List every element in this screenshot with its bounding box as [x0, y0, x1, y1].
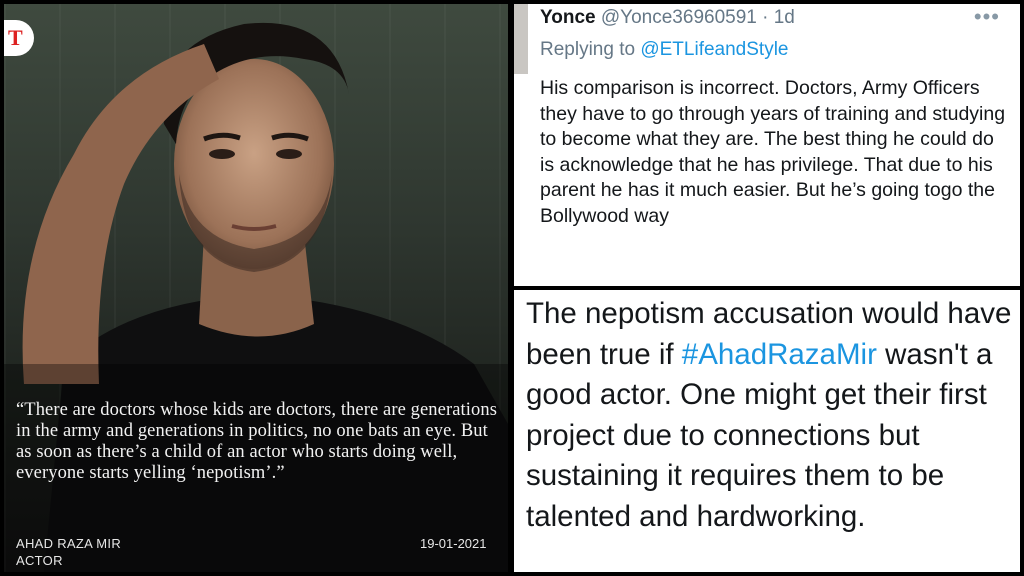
replying-to-line: Replying to @ETLifeandStyle [540, 39, 788, 61]
main-tweet-text: The nepotism accusation would have been … [526, 294, 1014, 537]
reply-tweet-card[interactable]: Yonce @Yonce36960591 · 1d ••• Replying t… [514, 4, 1020, 286]
photo-quote-panel: T “There are doctors whose kids are doct… [4, 4, 508, 572]
hashtag-link[interactable]: #AhadRazaMir [682, 338, 877, 371]
avatar[interactable] [514, 4, 528, 74]
quote-date: 19-01-2021 [420, 536, 487, 551]
actor-portrait-image [4, 22, 508, 572]
reply-tweet-text: His comparison is incorrect. Doctors, Ar… [540, 77, 1006, 227]
tweet-display-name[interactable]: Yonce [540, 7, 596, 28]
actor-quote: “There are doctors whose kids are doctor… [16, 400, 498, 483]
logo-letter: T [8, 25, 23, 50]
main-tweet-card[interactable]: The nepotism accusation would have been … [514, 290, 1020, 572]
tweet-handle-time[interactable]: @Yonce36960591 · 1d [596, 7, 795, 28]
quote-author-role: ACTOR [16, 553, 63, 568]
replying-to-prefix: Replying to [540, 39, 641, 60]
quote-author-name: AHAD RAZA MIR [16, 536, 122, 551]
more-options-icon[interactable]: ••• [974, 4, 1000, 30]
replying-to-handle-link[interactable]: @ETLifeandStyle [640, 39, 788, 60]
tweet-header: Yonce @Yonce36960591 · 1d [540, 7, 795, 29]
